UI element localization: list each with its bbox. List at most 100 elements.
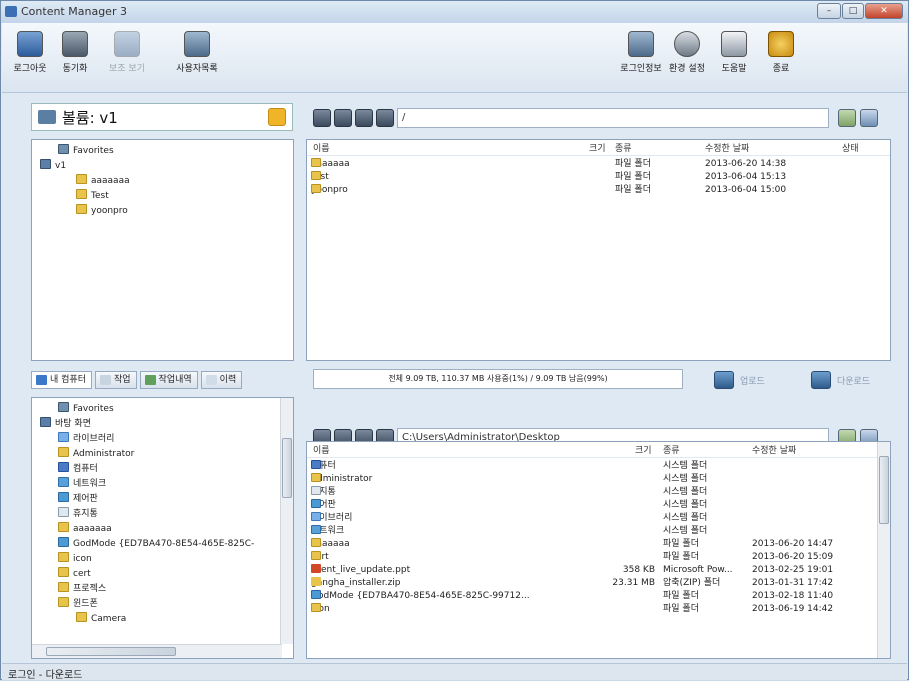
help-button[interactable]: 도움말 bbox=[709, 31, 759, 74]
col-type[interactable]: 종류 bbox=[615, 141, 632, 154]
tab-history2[interactable]: 이력 bbox=[200, 371, 243, 389]
file-row[interactable]: client_live_update.ppt 358 KB Microsoft Po… bbox=[307, 564, 890, 577]
main-toolbar: 로그아웃 동기화 보조 보기 사용자목록 로그인정보 환경 설정 도움말 종료 bbox=[2, 23, 907, 93]
local-col-type[interactable]: 종류 bbox=[663, 443, 680, 456]
remote-back-button[interactable] bbox=[313, 109, 331, 127]
file-type: Microsoft Pow... bbox=[663, 565, 733, 575]
file-row[interactable]: GodMode {ED7BA470-8E54-465E-825C-99712..… bbox=[307, 590, 890, 603]
maximize-button[interactable]: □ bbox=[842, 3, 864, 19]
tab-my-computer[interactable]: 내 컴퓨터 bbox=[31, 371, 92, 389]
drv-icon bbox=[40, 159, 51, 169]
file-row[interactable]: gangha_installer.zip 23.31 MB 압축(ZIP) 폴더 20… bbox=[307, 577, 890, 590]
tree-node-label: icon bbox=[73, 554, 92, 564]
upload-button[interactable]: 업로드 bbox=[714, 370, 765, 390]
file-type: 파일 폴더 bbox=[663, 604, 699, 614]
tree-node[interactable]: Favorites bbox=[34, 402, 291, 417]
col-modified[interactable]: 수정한 날짜 bbox=[705, 141, 749, 154]
file-row[interactable]: aaaaaaa 파일 폴더 2013-06-20 14:38 bbox=[307, 158, 890, 171]
tab-jobs[interactable]: 작업 bbox=[94, 371, 137, 389]
local-tree-hscroll[interactable] bbox=[32, 644, 282, 658]
tree-node[interactable]: icon bbox=[34, 552, 291, 567]
local-list-vscroll[interactable] bbox=[877, 442, 890, 658]
folder-icon bbox=[311, 538, 321, 547]
tree-node[interactable]: 컴퓨터 bbox=[34, 462, 291, 477]
tree-node[interactable]: 프로젝스 bbox=[34, 582, 291, 597]
help-icon bbox=[721, 31, 747, 57]
remote-forward-button[interactable] bbox=[334, 109, 352, 127]
file-row[interactable]: Administrator 시스템 폴더 bbox=[307, 473, 890, 486]
file-row[interactable]: 라이브러리 시스템 폴더 bbox=[307, 512, 890, 525]
tree-node[interactable]: GodMode {ED7BA470-8E54-465E-825C- bbox=[34, 537, 291, 552]
tree-node-label: Favorites bbox=[73, 146, 114, 156]
cmp-file-icon bbox=[311, 460, 321, 469]
remote-path-input[interactable]: / bbox=[397, 108, 829, 128]
local-col-name[interactable]: 이름 bbox=[313, 443, 330, 456]
volume-selector[interactable]: 볼륨: v1 bbox=[31, 103, 293, 131]
file-row[interactable]: 네트워크 시스템 폴더 bbox=[307, 525, 890, 538]
tree-node[interactable]: Test bbox=[34, 189, 291, 204]
remote-refresh-button[interactable] bbox=[376, 109, 394, 127]
local-list-vthumb[interactable] bbox=[879, 456, 889, 524]
window-title: Content Manager 3 bbox=[21, 5, 127, 18]
remote-view-button[interactable] bbox=[860, 109, 878, 127]
col-name[interactable]: 이름 bbox=[313, 141, 330, 154]
tree-node[interactable]: 제어판 bbox=[34, 492, 291, 507]
col-status[interactable]: 상태 bbox=[842, 141, 859, 154]
tree-node-label: Favorites bbox=[73, 404, 114, 414]
local-file-header: 이름 크기 종류 수정한 날짜 bbox=[307, 442, 890, 458]
sync-button[interactable]: 동기화 bbox=[50, 31, 100, 74]
download-button[interactable]: 다운로드 bbox=[811, 370, 870, 390]
upload-icon bbox=[714, 371, 734, 389]
tree-node[interactable]: Camera bbox=[34, 612, 291, 627]
file-row[interactable]: Test파일 폴더2013-06-04 15:13 bbox=[307, 171, 890, 184]
local-tree-hthumb[interactable] bbox=[46, 647, 176, 656]
file-row[interactable]: yoonpro 파일 폴더 2013-06-04 15:00 bbox=[307, 184, 890, 197]
lib-file-icon bbox=[311, 512, 321, 521]
local-col-modified[interactable]: 수정한 날짜 bbox=[752, 443, 796, 456]
tree-node[interactable]: cert bbox=[34, 567, 291, 582]
settings-button[interactable]: 환경 설정 bbox=[662, 31, 712, 74]
tree-node[interactable]: aaaaaaa bbox=[34, 174, 291, 189]
file-type: 시스템 폴더 bbox=[663, 487, 708, 497]
file-row[interactable]: cert파일 폴더2013-06-20 15:09 bbox=[307, 551, 890, 564]
logout-button[interactable]: 로그아웃 bbox=[5, 31, 55, 74]
tree-node-label: Camera bbox=[91, 614, 127, 624]
file-row[interactable]: icon파일 폴더2013-06-19 14:42 bbox=[307, 603, 890, 616]
tree-node[interactable]: 라이브러리 bbox=[34, 432, 291, 447]
tab-history[interactable]: 작업내역 bbox=[139, 371, 198, 389]
tree-node[interactable]: Administrator bbox=[34, 447, 291, 462]
tree-node[interactable]: yoonpro bbox=[34, 204, 291, 219]
disabled-toolbar-button[interactable]: 보조 보기 bbox=[102, 31, 152, 74]
local-col-size[interactable]: 크기 bbox=[635, 443, 652, 456]
local-tree-vscroll[interactable] bbox=[280, 398, 293, 644]
file-row[interactable]: 컴퓨터 시스템 폴더 bbox=[307, 460, 890, 473]
tree-node[interactable]: 네트워크 bbox=[34, 477, 291, 492]
net-icon bbox=[58, 477, 69, 487]
tree-node[interactable]: 윈드폰 bbox=[34, 597, 291, 612]
remote-up-button[interactable] bbox=[355, 109, 373, 127]
file-row[interactable]: 휴지통 시스템 폴더 bbox=[307, 486, 890, 499]
login-info-button[interactable]: 로그인정보 bbox=[616, 31, 666, 74]
volume-browse-button[interactable] bbox=[268, 108, 286, 126]
local-tree-vthumb[interactable] bbox=[282, 438, 292, 498]
close-button[interactable]: ✕ bbox=[865, 3, 903, 19]
file-row[interactable]: aaaaaaa 파일 폴더 2013-06-20 14:47 bbox=[307, 538, 890, 551]
cp-icon bbox=[58, 537, 69, 547]
file-type: 시스템 폴더 bbox=[663, 526, 708, 536]
exit-button[interactable]: 종료 bbox=[756, 31, 806, 74]
tree-node[interactable]: 바탕 화면 bbox=[34, 417, 291, 432]
remote-file-list: 이름 크기 종류 수정한 날짜 상태 aaaaaaa 파일 폴더 2013-06-2… bbox=[306, 139, 891, 361]
user-list-button[interactable]: 사용자목록 bbox=[172, 31, 222, 74]
remote-search-button[interactable] bbox=[838, 109, 856, 127]
file-row[interactable]: 제어판 시스템 폴더 bbox=[307, 499, 890, 512]
tree-node[interactable]: aaaaaaa bbox=[34, 522, 291, 537]
tree-node[interactable]: 휴지통 bbox=[34, 507, 291, 522]
file-modified: 2013-06-20 14:38 bbox=[705, 159, 787, 169]
tree-node[interactable]: Favorites bbox=[34, 144, 291, 159]
tree-node[interactable]: v1 bbox=[34, 159, 291, 174]
col-size[interactable]: 크기 bbox=[589, 141, 606, 154]
minimize-button[interactable]: – bbox=[817, 3, 841, 19]
tree-node-label: GodMode {ED7BA470-8E54-465E-825C- bbox=[73, 539, 255, 549]
tree-node-label: 프로젝스 bbox=[73, 584, 107, 594]
tree-node-label: yoonpro bbox=[91, 206, 128, 216]
